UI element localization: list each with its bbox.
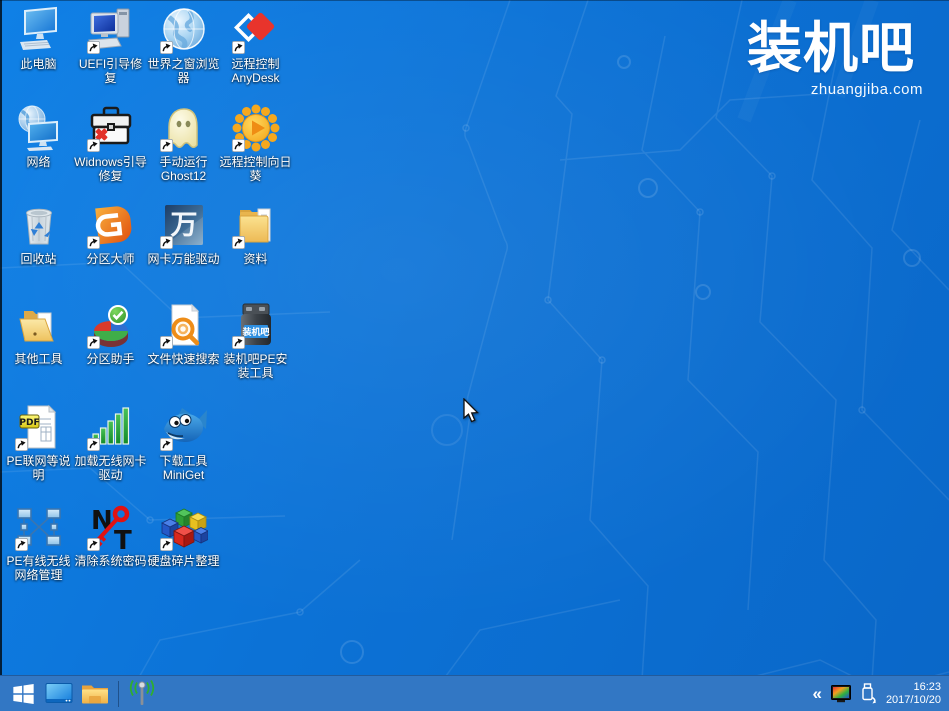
brand-logo: 装机吧 zhuangjiba.com bbox=[721, 20, 941, 98]
desktop-icon-label: 分区助手 bbox=[74, 352, 147, 366]
desktop-icon-label: 网络 bbox=[2, 155, 75, 169]
start-button[interactable] bbox=[5, 677, 41, 711]
shortcut-arrow-icon bbox=[87, 236, 100, 249]
shortcut-arrow-icon bbox=[232, 139, 245, 152]
desktop-icon-label: PE有线无线网络管理 bbox=[2, 554, 75, 582]
taskbar-clock[interactable]: 16:23 2017/10/20 bbox=[886, 681, 941, 707]
recycle-bin-icon bbox=[15, 201, 63, 249]
desktop-icon-shark[interactable]: 下载工具MiniGet bbox=[147, 403, 220, 482]
shortcut-arrow-icon bbox=[87, 139, 100, 152]
desktop-icon-label: 网卡万能驱动 bbox=[147, 252, 220, 266]
desktop-icon-recycle-bin[interactable]: 回收站 bbox=[2, 201, 75, 266]
desktop-icon-label: 分区大师 bbox=[74, 252, 147, 266]
desktop-icon-label: Widnows引导修复 bbox=[74, 155, 147, 183]
desktop-icon-wanneng-driver[interactable]: 万网卡万能驱动 bbox=[147, 201, 220, 266]
desktop-icon-label: 远程控制向日葵 bbox=[219, 155, 292, 183]
shortcut-arrow-icon bbox=[232, 336, 245, 349]
clock-time: 16:23 bbox=[886, 681, 941, 694]
brand-logo-title: 装机吧 bbox=[721, 20, 941, 78]
desktop-icon-label: 资料 bbox=[219, 252, 292, 266]
desktop-icon-label: 清除系统密码 bbox=[74, 554, 147, 568]
shortcut-arrow-icon bbox=[160, 139, 173, 152]
desktop-icon-label: 硬盘碎片整理 bbox=[147, 554, 220, 568]
shortcut-arrow-icon bbox=[160, 538, 173, 551]
desktop-icon-defrag-blocks[interactable]: 硬盘碎片整理 bbox=[147, 503, 220, 568]
desktop-icon-label: UEFI引导修复 bbox=[74, 57, 147, 85]
svg-text:装机吧: 装机吧 bbox=[241, 326, 269, 338]
taskbar-wireless-network-button[interactable] bbox=[124, 677, 160, 711]
desktop-icon-label: 手动运行Ghost12 bbox=[147, 155, 220, 183]
color-display-icon bbox=[831, 685, 851, 703]
desktop-icon-open-folder[interactable]: 其他工具 bbox=[2, 301, 75, 366]
taskbar-show-desktop-button[interactable] bbox=[41, 677, 77, 711]
shortcut-arrow-icon bbox=[87, 336, 100, 349]
usb-device-icon bbox=[860, 683, 877, 704]
windows-logo-icon bbox=[11, 682, 36, 706]
shortcut-arrow-icon bbox=[15, 538, 28, 551]
desktop-icon-nt-password-key[interactable]: NT 清除系统密码 bbox=[74, 503, 147, 568]
desktop-icon-label: 加载无线网卡驱动 bbox=[74, 454, 147, 482]
desktop-icon-folder-docs[interactable]: 资料 bbox=[219, 201, 292, 266]
desktop-icon-label: 下载工具MiniGet bbox=[147, 454, 220, 482]
desktop-icon-label: PE联网等说明 bbox=[2, 454, 75, 482]
brand-logo-domain: zhuangjiba.com bbox=[721, 81, 941, 98]
shortcut-arrow-icon bbox=[160, 438, 173, 451]
shortcut-arrow-icon bbox=[160, 236, 173, 249]
desktop-icon-label: 装机吧PE安装工具 bbox=[219, 352, 292, 380]
taskbar-tray: « bbox=[812, 681, 949, 707]
svg-text:N: N bbox=[91, 506, 113, 536]
folder-icon bbox=[81, 682, 109, 705]
shortcut-arrow-icon bbox=[15, 438, 28, 451]
desktop-icon-network[interactable]: 网络 bbox=[2, 104, 75, 169]
desktop-icon-uefi-repair[interactable]: UEFI引导修复 bbox=[74, 6, 147, 85]
open-folder-icon bbox=[15, 301, 63, 349]
shortcut-arrow-icon bbox=[87, 438, 100, 451]
clock-date: 2017/10/20 bbox=[886, 694, 941, 707]
desktop-icon-label: 回收站 bbox=[2, 252, 75, 266]
shortcut-arrow-icon bbox=[160, 41, 173, 54]
desktop-icon-this-pc[interactable]: 此电脑 bbox=[2, 6, 75, 71]
monitor-icon bbox=[45, 682, 73, 705]
desktop-icon-browser-globe[interactable]: 世界之窗浏览器 bbox=[147, 6, 220, 85]
desktop-icon-label: 其他工具 bbox=[2, 352, 75, 366]
desktop-icon-signal-bars[interactable]: 加载无线网卡驱动 bbox=[74, 403, 147, 482]
desktop-icon-ghost[interactable]: 手动运行Ghost12 bbox=[147, 104, 220, 183]
network-icon bbox=[15, 104, 63, 152]
desktop-icon-file-search[interactable]: 文件快速搜索 bbox=[147, 301, 220, 366]
taskbar: « bbox=[0, 675, 949, 711]
desktop-icon-network-topology[interactable]: PE有线无线网络管理 bbox=[2, 503, 75, 582]
desktop-icon-label: 文件快速搜索 bbox=[147, 352, 220, 366]
shortcut-arrow-icon bbox=[232, 236, 245, 249]
chevron-left-icon: « bbox=[812, 685, 821, 702]
mouse-cursor bbox=[462, 398, 481, 424]
desktop-icon-label: 世界之窗浏览器 bbox=[147, 57, 220, 85]
shortcut-arrow-icon bbox=[160, 336, 173, 349]
shortcut-arrow-icon bbox=[232, 41, 245, 54]
tray-expand-button[interactable]: « bbox=[812, 685, 821, 702]
desktop-icon-pdf-doc[interactable]: PDF PE联网等说明 bbox=[2, 403, 75, 482]
screen-top-edge bbox=[0, 0, 949, 1]
desktop-icon-sunflower[interactable]: 远程控制向日葵 bbox=[219, 104, 292, 183]
desktop-icon-diskgenius[interactable]: 分区大师 bbox=[74, 201, 147, 266]
svg-text:万: 万 bbox=[170, 210, 197, 241]
taskbar-separator bbox=[118, 681, 119, 707]
desktop-icon-label: 此电脑 bbox=[2, 57, 75, 71]
taskbar-file-explorer-button[interactable] bbox=[77, 677, 113, 711]
shortcut-arrow-icon bbox=[87, 41, 100, 54]
shortcut-arrow-icon bbox=[87, 538, 100, 551]
antenna-signal-icon bbox=[127, 680, 157, 707]
tray-display-button[interactable] bbox=[831, 685, 851, 703]
desktop-icon-partition-assistant[interactable]: 分区助手 bbox=[74, 301, 147, 366]
desktop-icon-label: 远程控制AnyDesk bbox=[219, 57, 292, 85]
svg-text:PDF: PDF bbox=[19, 418, 39, 428]
this-pc-icon bbox=[15, 6, 63, 54]
desktop-icon-anydesk[interactable]: 远程控制AnyDesk bbox=[219, 6, 292, 85]
tray-usb-button[interactable] bbox=[860, 683, 877, 704]
desktop-icon-toolbox-repair[interactable]: Widnows引导修复 bbox=[74, 104, 147, 183]
desktop-icon-zhuangjiba-usb[interactable]: 装机吧装机吧PE安装工具 bbox=[219, 301, 292, 380]
desktop: 装机吧 zhuangjiba.com 此电脑UEFI引导修复世界之窗浏览器远程控… bbox=[0, 0, 949, 711]
svg-text:T: T bbox=[114, 526, 132, 551]
